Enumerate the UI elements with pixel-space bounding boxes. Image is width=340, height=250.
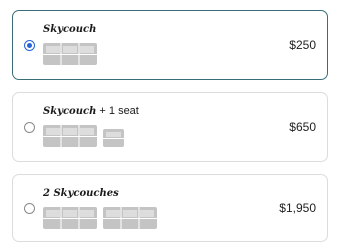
radio-button[interactable] — [24, 203, 35, 214]
option-two-skycouches[interactable]: 2 Skycouches $1,950 — [12, 174, 328, 242]
sofa-icon — [43, 125, 97, 147]
option-title: Skycouch + 1 seat — [43, 105, 139, 118]
option-title: Skycouch — [43, 23, 96, 36]
option-skycouch[interactable]: Skycouch $250 — [12, 10, 328, 80]
option-price: $650 — [289, 120, 316, 134]
option-brand: Skycouch — [43, 106, 97, 117]
option-skycouch-plus-seat[interactable]: Skycouch + 1 seat $650 — [12, 92, 328, 162]
option-suffix: + 1 seat — [96, 105, 139, 117]
option-title: 2 Skycouches — [43, 187, 119, 200]
option-price: $250 — [289, 38, 316, 52]
option-brand: 2 Skycouches — [43, 188, 119, 199]
option-icons — [43, 125, 124, 147]
radio-button-selected[interactable] — [24, 40, 35, 51]
seat-icon — [103, 129, 124, 147]
radio-button[interactable] — [24, 122, 35, 133]
option-icons — [43, 207, 157, 229]
sofa-icon — [43, 43, 97, 65]
skycouch-options: Skycouch $250 Skycouch + 1 seat $650 2 S… — [0, 0, 340, 250]
option-icons — [43, 43, 97, 65]
option-brand: Skycouch — [43, 24, 97, 35]
sofa-icon — [103, 207, 157, 229]
option-price: $1,950 — [279, 201, 316, 215]
sofa-icon — [43, 207, 97, 229]
